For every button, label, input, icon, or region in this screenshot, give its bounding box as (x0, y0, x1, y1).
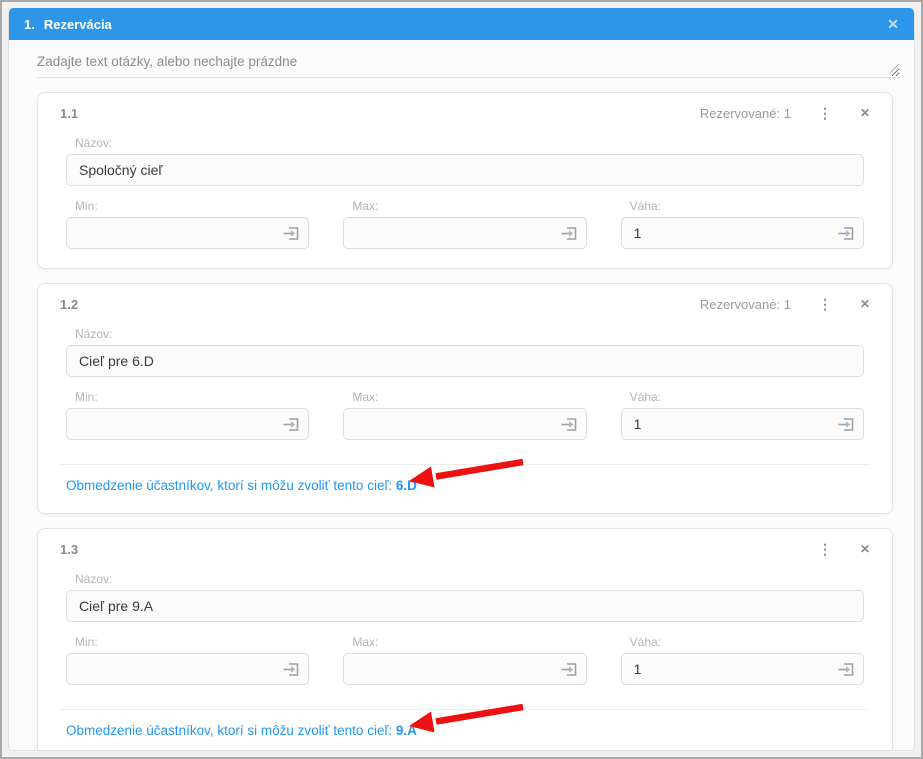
stepper-button[interactable] (560, 415, 579, 434)
max-input[interactable] (343, 408, 586, 440)
max-field: Max: (343, 377, 586, 440)
min-field: Min: (66, 622, 309, 685)
min-input[interactable] (66, 408, 309, 440)
weight-field: Váha: (621, 186, 864, 249)
dialog-title-number: 1. (24, 17, 35, 32)
card-fields: Názov: Min: (60, 572, 870, 685)
card-close-icon[interactable]: ✕ (860, 543, 870, 555)
min-field: Min: (66, 377, 309, 440)
number-stepper-icon (560, 415, 579, 434)
restriction-class: 9.A (396, 723, 417, 738)
number-stepper-icon (560, 224, 579, 243)
number-stepper-icon (837, 415, 856, 434)
weight-input[interactable] (621, 408, 864, 440)
question-section (9, 40, 914, 80)
stepper-button[interactable] (282, 224, 301, 243)
weight-label: Váha: (630, 199, 864, 213)
question-text-input[interactable] (37, 48, 900, 78)
red-annotation-arrow (406, 701, 528, 735)
weight-label: Váha: (630, 390, 864, 404)
goal-card-1-1: 1.1 Rezervované: 1 ⋮ ✕ Názov: Min: (37, 92, 893, 269)
weight-field: Váha: (621, 622, 864, 685)
card-fields: Názov: Min: (60, 327, 870, 440)
name-input[interactable] (66, 590, 864, 622)
card-close-icon[interactable]: ✕ (860, 107, 870, 119)
dialog-close-icon[interactable]: ✕ (887, 17, 899, 31)
number-fields-row: Min: (66, 622, 864, 685)
number-stepper-icon (282, 415, 301, 434)
stepper-button[interactable] (837, 660, 856, 679)
name-input[interactable] (66, 154, 864, 186)
stepper-button[interactable] (282, 660, 301, 679)
restriction-row: Obmedzenie účastníkov, ktorí si môžu zvo… (60, 709, 870, 739)
card-close-icon[interactable]: ✕ (860, 298, 870, 310)
number-stepper-icon (560, 660, 579, 679)
goal-cards: 1.1 Rezervované: 1 ⋮ ✕ Názov: Min: (9, 80, 914, 751)
restriction-row: Obmedzenie účastníkov, ktorí si môžu zvo… (60, 464, 870, 494)
card-header: 1.2 Rezervované: 1 ⋮ ✕ (60, 294, 870, 314)
stepper-button[interactable] (837, 415, 856, 434)
kebab-menu-icon[interactable]: ⋮ (818, 542, 832, 556)
kebab-menu-icon[interactable]: ⋮ (818, 106, 832, 120)
goal-card-1-2: 1.2 Rezervované: 1 ⋮ ✕ Názov: Min: (37, 283, 893, 514)
stepper-button[interactable] (282, 415, 301, 434)
number-stepper-icon (837, 224, 856, 243)
card-number: 1.3 (60, 542, 78, 557)
restriction-label: Obmedzenie účastníkov, ktorí si môžu zvo… (66, 478, 392, 493)
card-header: 1.3 ⋮ ✕ (60, 539, 870, 559)
max-field: Max: (343, 622, 586, 685)
max-label: Max: (352, 390, 586, 404)
card-number: 1.1 (60, 106, 78, 121)
dialog-header: 1. Rezervácia ✕ (9, 8, 914, 40)
dialog-title: Rezervácia (44, 17, 112, 32)
restriction-link[interactable]: Obmedzenie účastníkov, ktorí si môžu zvo… (66, 478, 417, 493)
card-number: 1.2 (60, 297, 78, 312)
max-input[interactable] (343, 653, 586, 685)
restriction-label: Obmedzenie účastníkov, ktorí si môžu zvo… (66, 723, 392, 738)
card-header: 1.1 Rezervované: 1 ⋮ ✕ (60, 103, 870, 123)
reserved-badge: Rezervované: 1 (700, 106, 791, 121)
name-label: Názov: (75, 327, 864, 341)
red-annotation-arrow (406, 456, 528, 490)
min-input[interactable] (66, 653, 309, 685)
name-input[interactable] (66, 345, 864, 377)
goal-card-1-3: 1.3 ⋮ ✕ Názov: Min: (37, 528, 893, 751)
number-stepper-icon (282, 660, 301, 679)
number-fields-row: Min: (66, 186, 864, 249)
name-label: Názov: (75, 572, 864, 586)
kebab-menu-icon[interactable]: ⋮ (818, 297, 832, 311)
min-field: Min: (66, 186, 309, 249)
weight-field: Váha: (621, 377, 864, 440)
weight-label: Váha: (630, 635, 864, 649)
restriction-class: 6.D (396, 478, 417, 493)
reserved-badge: Rezervované: 1 (700, 297, 791, 312)
stepper-button[interactable] (837, 224, 856, 243)
number-stepper-icon (282, 224, 301, 243)
reservation-dialog: 1. Rezervácia ✕ 1.1 Rezervované: 1 ⋮ ✕ N… (8, 8, 915, 751)
number-fields-row: Min: (66, 377, 864, 440)
max-label: Max: (352, 635, 586, 649)
card-fields: Názov: Min: (60, 136, 870, 249)
max-input[interactable] (343, 217, 586, 249)
stepper-button[interactable] (560, 224, 579, 243)
name-label: Názov: (75, 136, 864, 150)
max-label: Max: (352, 199, 586, 213)
min-label: Min: (75, 635, 309, 649)
min-label: Min: (75, 390, 309, 404)
restriction-link[interactable]: Obmedzenie účastníkov, ktorí si môžu zvo… (66, 723, 417, 738)
min-input[interactable] (66, 217, 309, 249)
number-stepper-icon (837, 660, 856, 679)
weight-input[interactable] (621, 217, 864, 249)
max-field: Max: (343, 186, 586, 249)
min-label: Min: (75, 199, 309, 213)
weight-input[interactable] (621, 653, 864, 685)
stepper-button[interactable] (560, 660, 579, 679)
